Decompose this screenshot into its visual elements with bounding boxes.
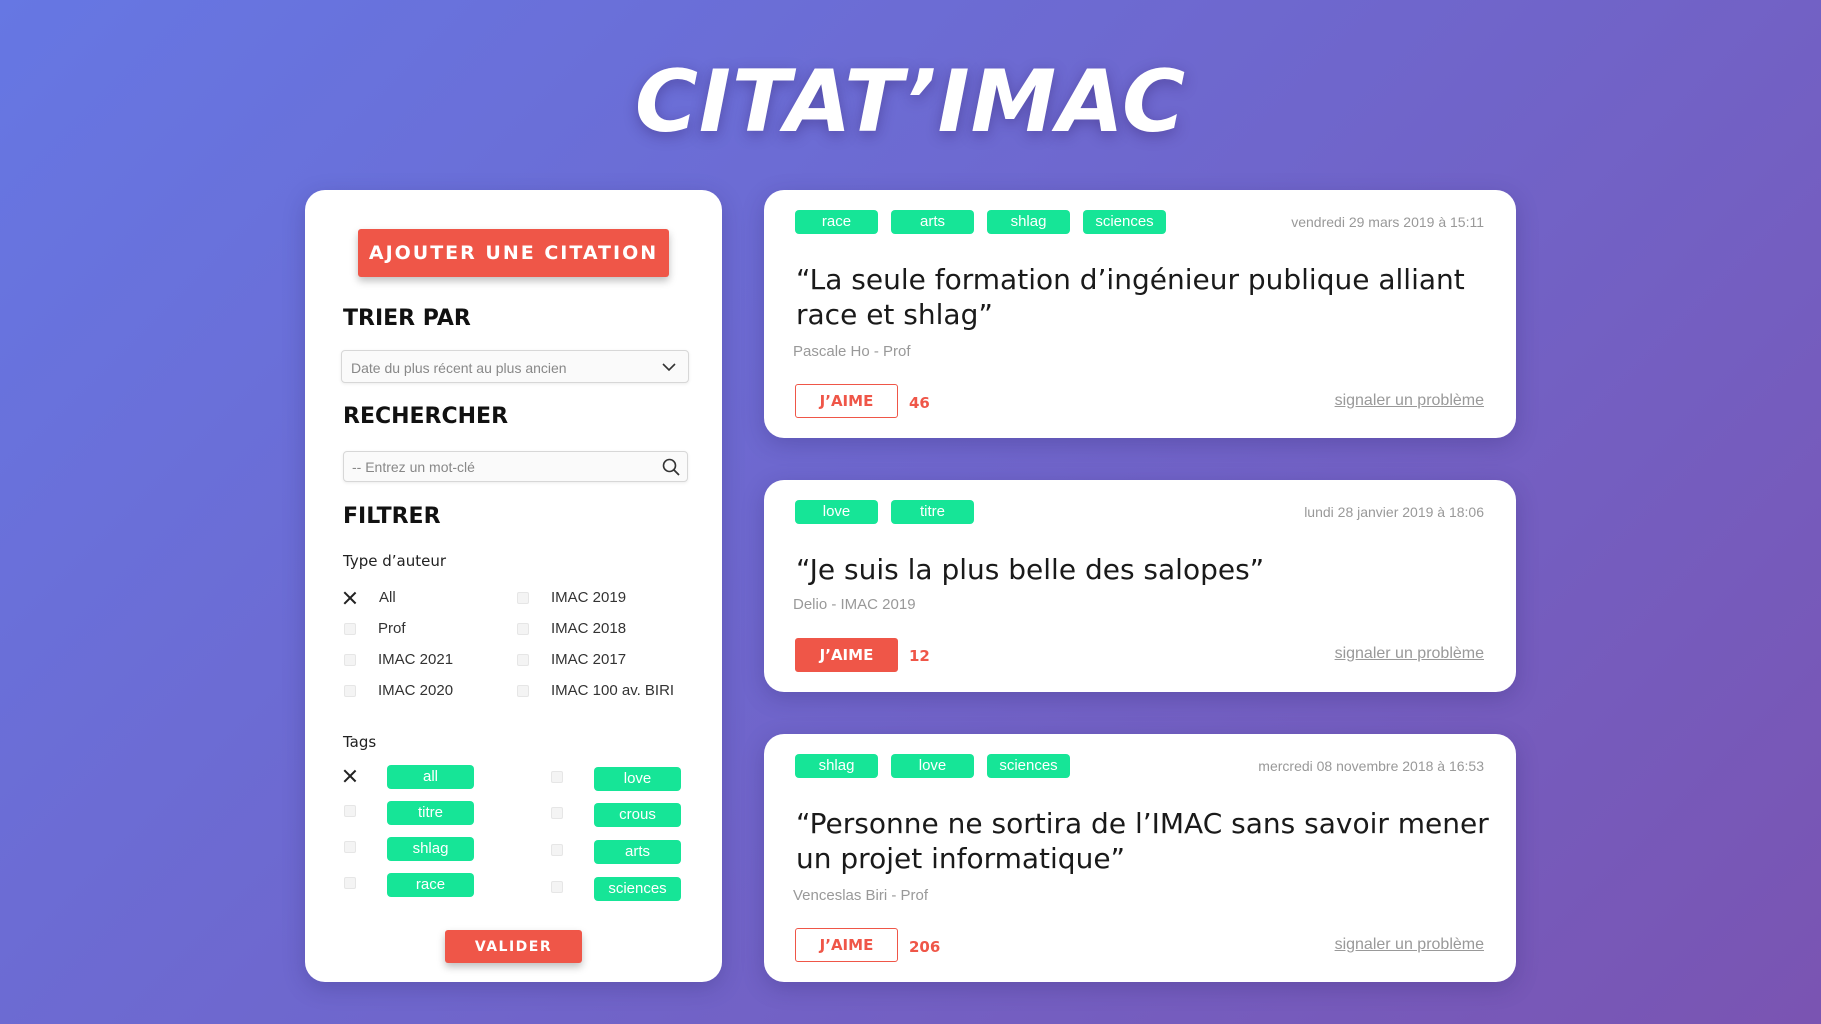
sort-select-value: Date du plus récent au plus ancien <box>351 360 567 376</box>
quote-card: love titre lundi 28 janvier 2019 à 18:06… <box>764 480 1516 692</box>
like-count: 46 <box>909 394 930 412</box>
tag-filter-shlag[interactable]: shlag <box>387 837 474 861</box>
quote-author: Pascale Ho - Prof <box>793 343 911 360</box>
checkbox[interactable] <box>344 684 356 697</box>
quote-tag[interactable]: shlag <box>795 754 878 778</box>
author-filter-label: IMAC 2020 <box>378 682 454 699</box>
sort-title: TRIER PAR <box>343 306 471 331</box>
author-filter-label: IMAC 2018 <box>551 620 627 637</box>
quote-tag[interactable]: shlag <box>987 210 1070 234</box>
tag-filter-titre[interactable]: titre <box>387 801 474 825</box>
quote-card: shlag love sciences mercredi 08 novembre… <box>764 734 1516 982</box>
quote-date: mercredi 08 novembre 2018 à 16:53 <box>1258 758 1484 774</box>
close-icon[interactable] <box>343 769 357 783</box>
author-filter-label: IMAC 2019 <box>551 589 627 606</box>
like-button[interactable]: J’AIME <box>795 928 898 962</box>
author-filter-imac100[interactable]: IMAC 100 av. BIRI <box>517 682 674 699</box>
filter-title: FILTRER <box>343 504 441 529</box>
submit-filter-button[interactable]: VALIDER <box>445 930 582 963</box>
tag-filter-love[interactable]: love <box>594 767 681 791</box>
checkbox[interactable] <box>517 684 529 697</box>
search-title: RECHERCHER <box>343 404 509 429</box>
quote-author: Delio - IMAC 2019 <box>793 596 916 613</box>
author-filter-imac2021[interactable]: IMAC 2021 <box>344 651 453 668</box>
tag-filter-all[interactable]: all <box>387 765 474 789</box>
author-filter-imac2018[interactable]: IMAC 2018 <box>517 620 626 637</box>
quote-text: “Je suis la plus belle des salopes” <box>796 553 1265 586</box>
quote-tag[interactable]: sciences <box>1083 210 1166 234</box>
quote-tags: race arts shlag sciences <box>795 210 1166 234</box>
quote-author: Venceslas Biri - Prof <box>793 887 929 904</box>
checkbox[interactable] <box>551 771 563 783</box>
tag-filter-race[interactable]: race <box>387 873 474 897</box>
author-filter-label: IMAC 100 av. BIRI <box>551 682 675 699</box>
checkbox[interactable] <box>344 805 356 817</box>
checkbox[interactable] <box>517 653 529 666</box>
tag-filter-sciences[interactable]: sciences <box>594 877 681 901</box>
checkbox[interactable] <box>551 881 563 893</box>
author-filter-label: Prof <box>378 620 406 637</box>
app-logo: CITAT’IMAC <box>634 52 1187 152</box>
checkbox[interactable] <box>517 622 529 635</box>
quote-tag[interactable]: love <box>891 754 974 778</box>
author-filter-imac2019[interactable]: IMAC 2019 <box>517 589 626 606</box>
report-link[interactable]: signaler un problème <box>1335 936 1484 954</box>
search-input[interactable] <box>344 452 644 481</box>
checkbox[interactable] <box>551 844 563 856</box>
quote-tag[interactable]: arts <box>891 210 974 234</box>
checkbox[interactable] <box>344 653 356 666</box>
quote-tag[interactable]: love <box>795 500 878 524</box>
report-link[interactable]: signaler un problème <box>1335 645 1484 663</box>
author-filter-prof[interactable]: Prof <box>344 620 406 637</box>
quote-text: “Personne ne sortira de l’IMAC sans savo… <box>796 807 1489 875</box>
close-icon[interactable] <box>343 591 357 605</box>
author-filter-imac2017[interactable]: IMAC 2017 <box>517 651 626 668</box>
checkbox[interactable] <box>517 591 529 604</box>
filter-panel: AJOUTER UNE CITATION TRIER PAR Date du p… <box>305 190 722 982</box>
like-count: 206 <box>909 938 941 956</box>
report-link[interactable]: signaler un problème <box>1335 392 1484 410</box>
quote-text: “La seule formation d’ingénieur publique… <box>796 263 1465 331</box>
like-button[interactable]: J’AIME <box>795 384 898 418</box>
tag-filter-crous[interactable]: crous <box>594 803 681 827</box>
quote-date: lundi 28 janvier 2019 à 18:06 <box>1304 504 1484 520</box>
quote-tag[interactable]: sciences <box>987 754 1070 778</box>
checkbox[interactable] <box>344 841 356 853</box>
chevron-down-icon <box>660 358 678 379</box>
tag-filter-arts[interactable]: arts <box>594 840 681 864</box>
like-count: 12 <box>909 647 930 665</box>
author-filter-all[interactable]: All <box>343 589 396 606</box>
quote-tag[interactable]: titre <box>891 500 974 524</box>
sort-select[interactable]: Date du plus récent au plus ancien <box>341 350 689 383</box>
author-filter-label: IMAC 2021 <box>378 651 454 668</box>
author-filter-imac2020[interactable]: IMAC 2020 <box>344 682 453 699</box>
quote-tags: shlag love sciences <box>795 754 1070 778</box>
checkbox[interactable] <box>344 877 356 889</box>
search-icon[interactable] <box>661 457 681 482</box>
quote-card: race arts shlag sciences vendredi 29 mar… <box>764 190 1516 438</box>
quote-tags: love titre <box>795 500 974 524</box>
checkbox[interactable] <box>344 622 356 635</box>
author-filter-label: IMAC 2017 <box>551 651 627 668</box>
quote-date: vendredi 29 mars 2019 à 15:11 <box>1291 214 1484 230</box>
author-type-label: Type d’auteur <box>343 552 446 570</box>
add-quote-button[interactable]: AJOUTER UNE CITATION <box>358 229 669 277</box>
like-button[interactable]: J’AIME <box>795 638 898 672</box>
author-filter-label: All <box>379 589 396 606</box>
search-box <box>343 451 688 482</box>
tags-label: Tags <box>343 733 377 751</box>
checkbox[interactable] <box>551 807 563 819</box>
quote-tag[interactable]: race <box>795 210 878 234</box>
